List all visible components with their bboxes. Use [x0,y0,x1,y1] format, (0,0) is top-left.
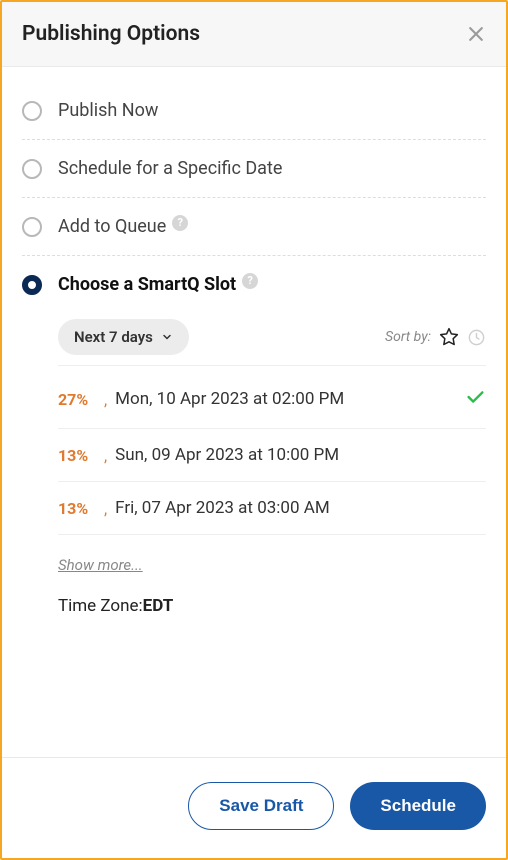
slot-percentage: 13% [58,446,110,465]
chevron-down-icon [161,331,173,343]
dialog-content: Publish Now Schedule for a Specific Date… [2,67,506,757]
save-draft-button[interactable]: Save Draft [188,782,334,830]
close-button[interactable] [466,24,486,44]
radio-unselected-icon [22,217,42,237]
smartq-panel: Next 7 days Sort by: 27% , Mon, 10 Apr 2… [58,319,486,616]
slot-date: Sun, 09 Apr 2023 at 10:00 PM [115,445,339,465]
option-label: Add to Queue [58,216,166,237]
slot-percentage: 13% [58,499,110,518]
dialog-footer: Save Draft Schedule [2,757,506,858]
slot-date: Mon, 10 Apr 2023 at 02:00 PM [115,389,344,409]
slot-separator: , [104,446,107,465]
star-icon [439,327,459,347]
help-icon[interactable]: ? [242,273,258,289]
option-publish-now[interactable]: Publish Now [22,82,486,140]
page-title: Publishing Options [22,22,200,46]
close-icon [466,24,486,44]
radio-unselected-icon [22,159,42,179]
slot-selected-check [464,386,486,412]
option-smartq[interactable]: Choose a SmartQ Slot ? [22,256,486,313]
smartq-controls: Next 7 days Sort by: [58,319,486,366]
option-label: Choose a SmartQ Slot [58,274,236,295]
slot-separator: , [104,499,107,518]
sort-group: Sort by: [385,327,486,347]
show-more: Show more... [58,555,486,574]
sort-by-time-button[interactable] [467,328,486,347]
schedule-button[interactable]: Schedule [350,782,486,830]
check-icon [464,386,486,408]
sort-by-rating-button[interactable] [439,327,459,347]
show-more-link[interactable]: Show more... [58,556,143,574]
range-dropdown[interactable]: Next 7 days [58,319,189,355]
smartq-slot[interactable]: 13% , Fri, 07 Apr 2023 at 03:00 AM [58,482,486,535]
dialog-header: Publishing Options [2,2,506,67]
option-label: Publish Now [58,100,158,121]
option-add-to-queue[interactable]: Add to Queue ? [22,198,486,256]
slot-percentage: 27% [58,390,110,409]
smartq-slot[interactable]: 13% , Sun, 09 Apr 2023 at 10:00 PM [58,429,486,482]
range-label: Next 7 days [74,328,153,346]
help-icon[interactable]: ? [172,215,188,231]
sort-by-label: Sort by: [385,329,431,345]
option-label: Schedule for a Specific Date [58,158,282,179]
radio-selected-icon [22,275,42,295]
slot-date: Fri, 07 Apr 2023 at 03:00 AM [115,498,330,518]
slot-separator: , [104,390,107,409]
timezone-value: EDT [143,596,174,616]
smartq-slot[interactable]: 27% , Mon, 10 Apr 2023 at 02:00 PM [58,370,486,429]
radio-unselected-icon [22,101,42,121]
timezone: Time Zone:EDT [58,596,486,616]
timezone-label: Time Zone: [58,596,143,616]
clock-icon [467,328,486,347]
option-schedule-date[interactable]: Schedule for a Specific Date [22,140,486,198]
